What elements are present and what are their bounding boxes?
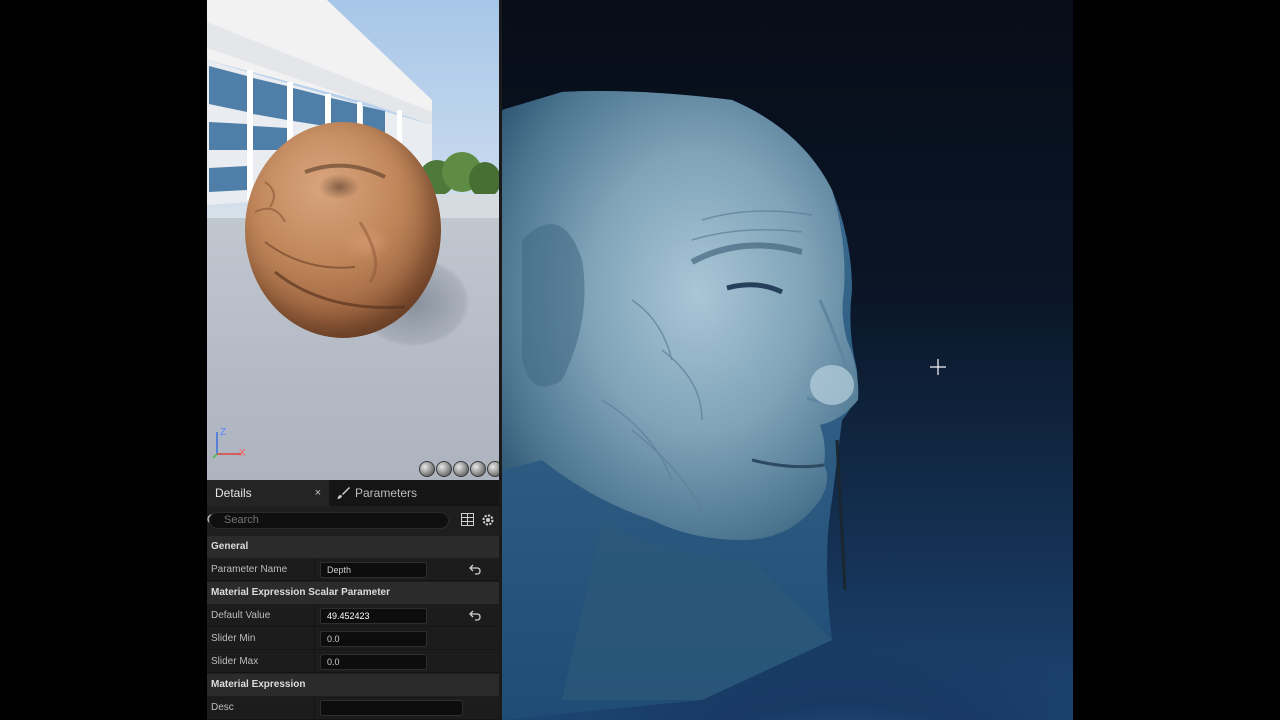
crosshair-cursor-icon [930, 359, 946, 375]
plane-preview-icon[interactable] [453, 461, 469, 477]
parameter-name-label: Parameter Name [211, 564, 288, 575]
cylinder-preview-icon[interactable] [419, 461, 435, 477]
tab-details-label: Details [215, 486, 252, 500]
reset-arrow-icon[interactable] [469, 564, 481, 575]
preview-shape-buttons [419, 461, 499, 479]
desc-field[interactable] [320, 700, 463, 716]
row-desc: Desc [207, 697, 499, 720]
cube-preview-icon[interactable] [470, 461, 486, 477]
axis-x-label: X [239, 448, 246, 459]
panel-tab-bar: Details × Parameters [207, 480, 499, 506]
tab-details[interactable]: Details × [207, 480, 329, 506]
section-material-expression[interactable]: Material Expression [207, 674, 499, 696]
displaced-face-mesh [502, 91, 859, 720]
face-textured-sphere [245, 122, 441, 338]
slider-min-label: Slider Min [211, 633, 256, 644]
tab-parameters-label: Parameters [355, 486, 418, 500]
close-icon[interactable]: × [315, 480, 321, 506]
search-input[interactable] [209, 512, 449, 529]
gear-icon[interactable] [481, 513, 495, 527]
details-panel: Details × Parameters Search General Para… [207, 480, 499, 720]
sphere-preview-icon[interactable] [436, 461, 452, 477]
default-value-field[interactable]: 49.452423 [320, 608, 427, 624]
axis-gizmo [213, 432, 241, 459]
main-3d-viewport[interactable] [502, 0, 1073, 720]
reset-arrow-icon[interactable] [469, 610, 481, 621]
section-general[interactable]: General [207, 536, 499, 558]
material-preview-viewport[interactable]: Z X [207, 0, 499, 480]
parameter-name-field[interactable]: Depth [320, 562, 427, 578]
table-view-icon[interactable] [461, 513, 474, 526]
brush-icon [337, 487, 350, 499]
row-parameter-name: Parameter Name Depth [207, 559, 499, 581]
slider-max-field[interactable]: 0.0 [320, 654, 427, 670]
axis-z-label: Z [220, 427, 227, 438]
slider-max-label: Slider Max [211, 656, 259, 667]
row-slider-max: Slider Max 0.0 [207, 651, 499, 673]
row-slider-min: Slider Min 0.0 [207, 628, 499, 650]
mesh-preview-icon[interactable] [487, 461, 499, 477]
editor-frame: Z X Details × Parameters Search General … [207, 0, 1073, 720]
default-value-label: Default Value [211, 610, 271, 621]
section-scalar-parameter[interactable]: Material Expression Scalar Parameter [207, 582, 499, 604]
row-default-value: Default Value 49.452423 [207, 605, 499, 627]
desc-label: Desc [211, 702, 234, 713]
tab-parameters[interactable]: Parameters [335, 480, 417, 506]
slider-min-field[interactable]: 0.0 [320, 631, 427, 647]
